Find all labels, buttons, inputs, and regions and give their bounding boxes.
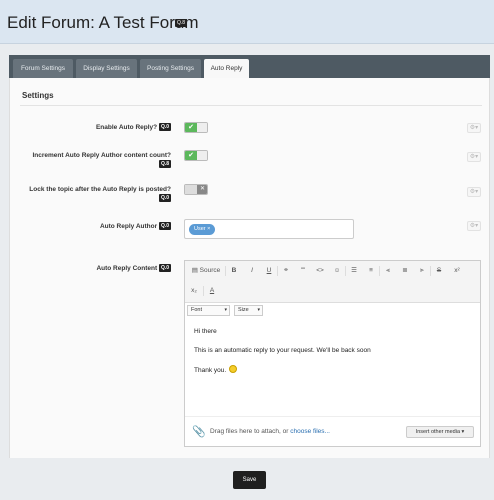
lock-topic-label: Lock the topic after the Auto Reply is p… [29,185,171,203]
size-select[interactable]: Size ▾ [234,305,263,316]
page-header: Edit Forum: A Test Forum Q.8 [0,0,494,44]
enable-auto-reply-toggle[interactable]: ✔ [184,122,208,133]
user-chip[interactable]: User × [189,224,216,235]
auto-reply-author-input[interactable]: User × [184,219,354,239]
font-select[interactable]: Font ▾ [187,305,230,316]
code-icon[interactable]: <> [315,266,325,276]
help-badge[interactable]: Q.8 [158,160,171,169]
help-badge[interactable]: Q.0 [158,264,171,273]
italic-button[interactable]: I [247,266,257,276]
enable-auto-reply-text: Enable Auto Reply? [95,124,158,131]
tab-posting-settings[interactable]: Posting Settings [140,59,201,78]
close-icon: ✕ [197,185,207,194]
gear-icon[interactable]: ⚙▾ [467,187,481,197]
content-line: Thank you. [194,365,474,375]
increment-count-label: Increment Auto Reply Author content coun… [32,151,171,169]
bullet-list-icon[interactable]: ☰ [349,266,359,276]
align-left-icon[interactable]: ⫷ [383,266,393,276]
tab-auto-reply[interactable]: Auto Reply [204,59,249,78]
align-right-icon[interactable]: ⫸ [417,266,427,276]
lock-topic-toggle[interactable]: ✕ [184,184,208,195]
bold-button[interactable]: B [229,266,239,276]
gear-icon[interactable]: ⚙▾ [467,123,481,133]
help-badge[interactable]: Q.0 [158,222,171,231]
text-color-icon[interactable]: A [207,286,217,296]
help-badge[interactable]: Q.0 [158,194,171,203]
gear-icon[interactable]: ⚙▾ [467,152,481,162]
tab-display-settings[interactable]: Display Settings [76,59,137,78]
auto-reply-content-text: Auto Reply Content [96,265,158,272]
quote-icon[interactable]: "" [298,266,308,276]
enable-auto-reply-label: Enable Auto Reply? Q.0 [96,123,171,132]
attachment-bar: 📎 Drag files here to attach, or choose f… [185,416,480,446]
lock-topic-text: Lock the topic after the Auto Reply is p… [29,186,171,193]
tab-forum-settings[interactable]: Forum Settings [13,59,73,78]
link-icon[interactable]: ⚭ [281,266,291,276]
divider [20,105,482,106]
paperclip-icon: 📎 [192,426,206,438]
help-badge[interactable]: Q.0 [158,123,171,132]
settings-heading: Settings [22,91,54,100]
rich-text-editor[interactable]: ▤ Source B I U ⚭ "" <> ☺ ☰ ≡ ⫷ ≣ ⫸ S x² … [184,260,481,447]
subscript-button[interactable]: x₂ [188,286,200,296]
chevron-down-icon: ▾ [224,307,227,313]
content-line: Hi there [194,328,217,335]
chevron-down-icon: ▾ [257,307,260,313]
source-button[interactable]: ▤ Source [189,266,223,276]
emoji-icon[interactable]: ☺ [332,266,342,276]
source-icon: ▤ [191,267,200,274]
content-line: This is an automatic reply to your reque… [194,347,371,354]
increment-count-toggle[interactable]: ✔ [184,150,208,161]
increment-count-text: Increment Auto Reply Author content coun… [32,152,171,159]
auto-reply-content-label: Auto Reply Content Q.0 [96,264,171,273]
smiley-icon [229,365,238,373]
editor-content[interactable]: Hi there This is an automatic reply to y… [194,327,474,385]
check-icon: ✔ [185,151,197,160]
editor-toolbar: ▤ Source B I U ⚭ "" <> ☺ ☰ ≡ ⫷ ≣ ⫸ S x² … [185,261,480,303]
numbered-list-icon[interactable]: ≡ [366,266,376,276]
settings-panel: Settings Enable Auto Reply? Q.0 ✔ ⚙▾ Inc… [9,78,490,458]
check-icon: ✔ [185,123,197,132]
title-badge: Q.8 [175,19,188,27]
strikethrough-button[interactable]: S [434,266,444,276]
gear-icon[interactable]: ⚙▾ [467,221,481,231]
insert-media-button[interactable]: Insert other media ▾ [406,426,474,438]
align-center-icon[interactable]: ≣ [400,266,410,276]
auto-reply-author-label: Auto Reply Author Q.0 [100,222,171,231]
underline-button[interactable]: U [264,266,274,276]
save-button[interactable]: Save [233,471,266,489]
page-title: Edit Forum: A Test Forum [7,13,199,32]
choose-files-link[interactable]: choose files... [290,428,330,435]
attach-text: Drag files here to attach, or choose fil… [210,428,330,435]
tab-bar: Forum Settings Display Settings Posting … [9,55,490,78]
superscript-button[interactable]: x² [451,266,463,276]
auto-reply-author-text: Auto Reply Author [99,223,158,230]
